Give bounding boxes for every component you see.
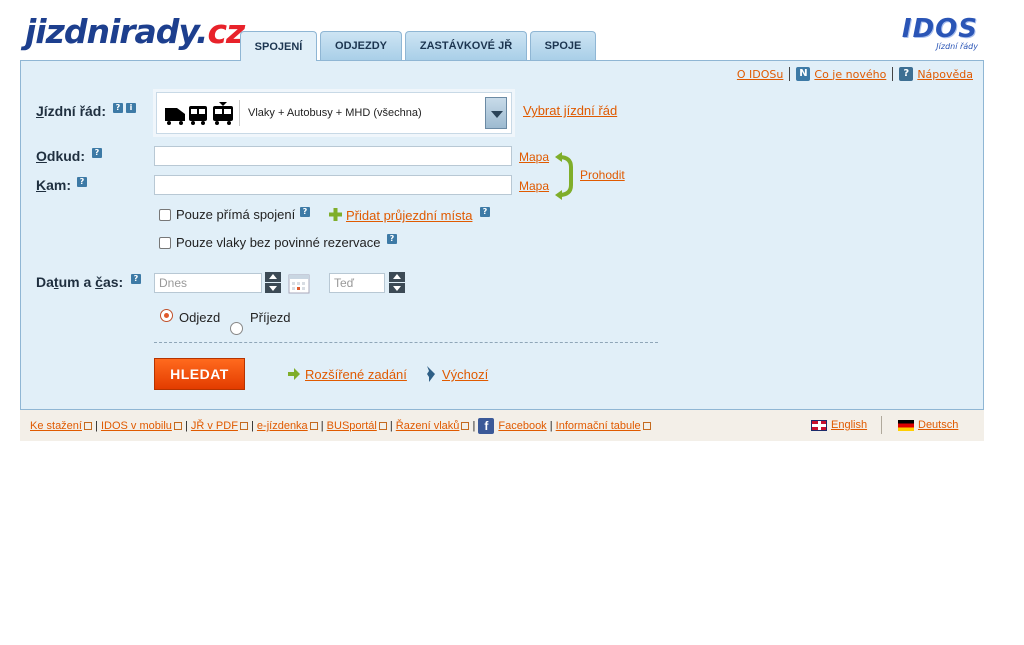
deutsch-lang[interactable]: Deutsch [898,419,958,431]
direct-only-label: Pouze přímá spojení [176,207,296,222]
info-icon[interactable]: i [126,103,136,113]
choose-timetable-link[interactable]: Vybrat jízdní řád [523,103,617,118]
departure-label[interactable]: Odjezd [179,310,220,325]
tab-spojeni[interactable]: SPOJENÍ [240,31,317,61]
from-input[interactable] [154,146,512,166]
external-link-icon [378,422,387,430]
facebook-icon: f [478,418,495,434]
english-link[interactable]: English [831,419,867,431]
external-link-icon [461,422,470,430]
divider [154,342,658,343]
no-reservation-label: Pouze vlaky bez povinné rezervace [176,235,381,250]
time-stepper[interactable] [389,272,405,294]
swap-arrows-icon[interactable] [555,151,577,201]
time-input[interactable]: Teď [329,273,385,293]
download-link[interactable]: Ke stažení [30,420,82,432]
timetable-label: Jízdní řád: [36,103,107,119]
datetime-label: Datum a čas: [36,274,124,290]
external-link-icon [309,422,318,430]
news-icon: N [796,67,811,81]
departure-radio[interactable] [160,309,173,322]
tab-odjezdy[interactable]: ODJEZDY [320,31,402,60]
help-icon[interactable]: ? [480,207,490,217]
chevron-down-icon[interactable] [485,97,507,129]
divider [892,67,894,81]
calendar-icon[interactable] [288,272,310,294]
help-icon: ? [899,67,914,81]
whats-new-link[interactable]: Co je nového [814,68,886,81]
help-icon[interactable]: ? [131,274,141,284]
checkbox-box[interactable] [159,236,171,249]
add-via-link[interactable]: Přidat průjezdní místa [346,208,472,223]
to-input[interactable] [154,175,512,195]
about-link[interactable]: O IDOSu [737,68,783,81]
train-composition-link[interactable]: Řazení vlaků [396,420,460,432]
footer: Ke stažení | IDOS v mobilu | JŘ v PDF | … [20,410,984,441]
to-label: Kam: [36,177,72,193]
search-button[interactable]: HLEDAT [154,358,245,390]
divider [881,416,882,434]
top-links: O IDOSu N Co je nového ? Nápověda [737,67,973,81]
external-link-icon [239,422,248,430]
search-panel: O IDOSu N Co je nového ? Nápověda Jízdní… [20,60,984,410]
idos-logo[interactable]: IDOS Jízdní řády [878,16,978,51]
return-arrow-icon [425,366,437,385]
busportal-link[interactable]: BUSportál [327,420,377,432]
tab-spoje[interactable]: SPOJE [530,31,596,60]
advanced-search-link[interactable]: Rozšířené zadání [305,367,407,382]
plus-icon [329,208,342,221]
info-boards-link[interactable]: Informační tabule [556,420,641,432]
help-icon[interactable]: ? [113,103,123,113]
de-flag-icon [898,419,914,431]
from-label: Odkud: [36,148,85,164]
no-reservation-checkbox[interactable]: Pouze vlaky bez povinné rezervace [159,235,381,250]
tab-zastavkove-jr[interactable]: ZASTÁVKOVÉ JŘ [405,31,527,60]
help-icon[interactable]: ? [387,234,397,244]
checkbox-box[interactable] [159,208,171,221]
timetable-select[interactable]: Vlaky + Autobusy + MHD (všechna) [153,89,515,137]
arrival-label[interactable]: Příjezd [250,310,290,325]
map-link-to[interactable]: Mapa [519,179,549,193]
uk-flag-icon [811,419,827,431]
divider [789,67,791,81]
map-link-from[interactable]: Mapa [519,150,549,164]
english-lang[interactable]: English [811,419,867,431]
help-icon[interactable]: ? [92,148,102,158]
eticket-link[interactable]: e-jízdenka [257,420,308,432]
direct-only-checkbox[interactable]: Pouze přímá spojení [159,207,295,222]
external-link-icon [173,422,182,430]
help-icon[interactable]: ? [300,207,310,217]
timetable-select-value: Vlaky + Autobusy + MHD (všechna) [248,107,422,119]
mobile-link[interactable]: IDOS v mobilu [101,420,172,432]
footer-links: Ke stažení | IDOS v mobilu | JŘ v PDF | … [30,418,651,434]
date-input[interactable]: Dnes [154,273,262,293]
default-link[interactable]: Výchozí [442,367,488,382]
deutsch-link[interactable]: Deutsch [918,419,958,431]
pdf-link[interactable]: JŘ v PDF [191,420,238,432]
external-link-icon [83,422,92,430]
external-link-icon [642,422,651,430]
transport-icons [163,100,240,126]
date-stepper[interactable] [265,272,281,294]
help-icon[interactable]: ? [77,177,87,187]
arrival-radio[interactable] [230,322,243,335]
arrow-right-icon [288,368,300,383]
facebook-link[interactable]: Facebook [498,420,546,432]
jizdnirady-logo[interactable]: jizdnirady.cz [25,12,245,51]
help-link[interactable]: Nápověda [917,68,973,81]
swap-link[interactable]: Prohodit [580,168,625,182]
